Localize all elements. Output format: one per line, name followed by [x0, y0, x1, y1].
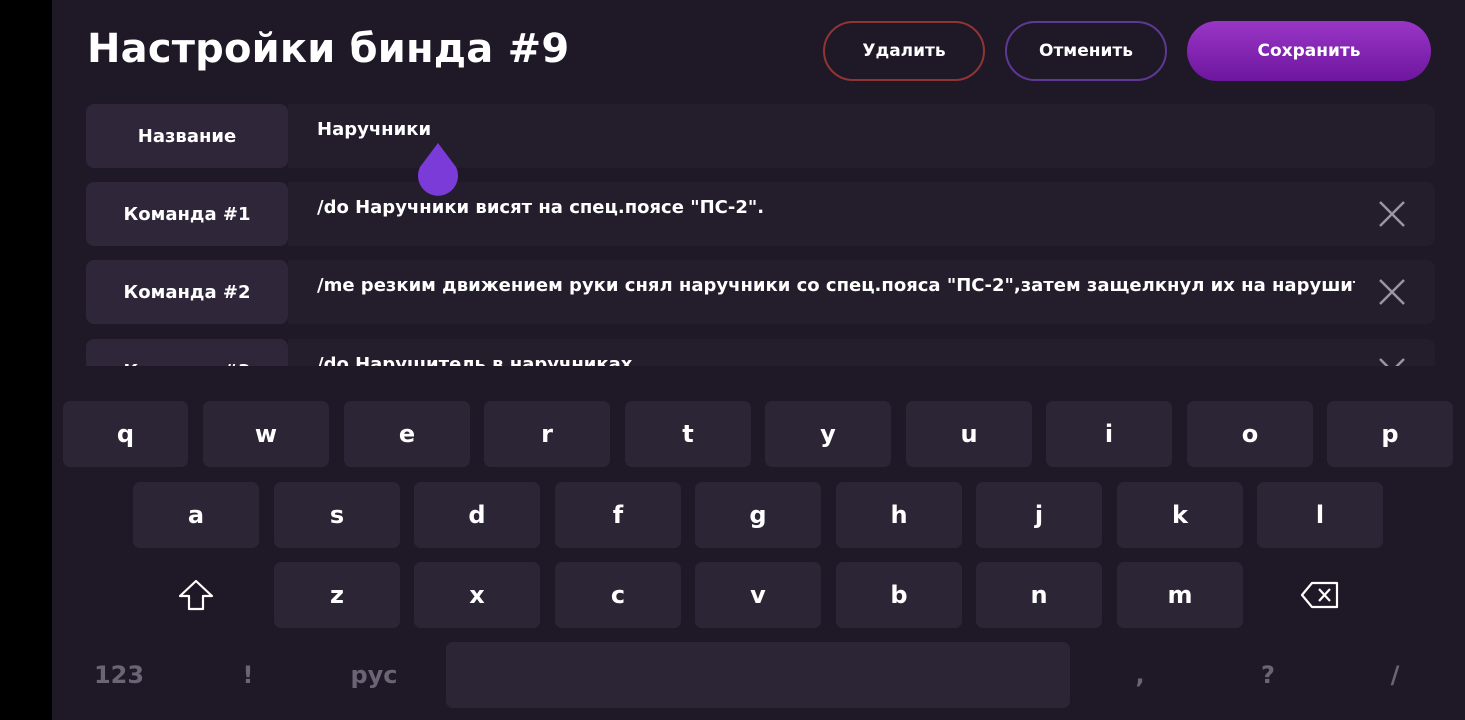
numbers-key[interactable]: 123: [63, 642, 175, 708]
key-j[interactable]: j: [976, 482, 1102, 548]
key-w[interactable]: w: [203, 401, 329, 467]
close-icon[interactable]: [1377, 356, 1407, 366]
field-row-name: Название Наручники: [86, 104, 1435, 168]
field-label: Команда #2: [86, 260, 288, 324]
key-b[interactable]: b: [836, 562, 962, 628]
key-q[interactable]: q: [63, 401, 188, 467]
field-label: Команда #3: [86, 339, 288, 366]
bind-fields-list[interactable]: Название Наручники Команда #1 /do Наручн…: [86, 104, 1435, 366]
key-g[interactable]: g: [695, 482, 821, 548]
key-e[interactable]: e: [344, 401, 470, 467]
key-k[interactable]: k: [1117, 482, 1243, 548]
language-key[interactable]: рус: [314, 642, 434, 708]
field-value: Наручники: [317, 119, 432, 140]
field-label: Команда #1: [86, 182, 288, 246]
on-screen-keyboard: q w e r t y u i o p a s d f g h j k l z …: [52, 366, 1465, 720]
command-3-input[interactable]: /do Нарушитель в наручниках.: [288, 339, 1435, 366]
field-label: Название: [86, 104, 288, 168]
exclamation-key[interactable]: !: [203, 642, 293, 708]
command-2-input[interactable]: /me резким движением руки снял наручники…: [288, 260, 1435, 324]
shift-icon: [178, 579, 214, 611]
key-u[interactable]: u: [906, 401, 1032, 467]
key-t[interactable]: t: [625, 401, 751, 467]
key-c[interactable]: c: [555, 562, 681, 628]
space-key[interactable]: [446, 642, 1070, 708]
key-a[interactable]: a: [133, 482, 259, 548]
backspace-icon: [1300, 581, 1339, 609]
key-r[interactable]: r: [484, 401, 610, 467]
key-x[interactable]: x: [414, 562, 540, 628]
delete-button[interactable]: Удалить: [823, 21, 985, 81]
field-row-command-3: Команда #3 /do Нарушитель в наручниках.: [86, 339, 1435, 366]
page-title: Настройки бинда #9: [87, 26, 570, 72]
slash-key[interactable]: /: [1357, 642, 1433, 708]
key-z[interactable]: z: [274, 562, 400, 628]
command-1-input[interactable]: /do Наручники висят на спец.поясе "ПС-2"…: [288, 182, 1435, 246]
backspace-key[interactable]: [1257, 562, 1383, 628]
key-n[interactable]: n: [976, 562, 1102, 628]
key-m[interactable]: m: [1117, 562, 1243, 628]
comma-key[interactable]: ,: [1102, 642, 1178, 708]
close-icon[interactable]: [1377, 199, 1407, 229]
name-input[interactable]: Наручники: [288, 104, 1435, 168]
key-p[interactable]: p: [1327, 401, 1453, 467]
key-v[interactable]: v: [695, 562, 821, 628]
text-cursor-handle-icon[interactable]: [416, 143, 460, 197]
key-i[interactable]: i: [1046, 401, 1172, 467]
key-l[interactable]: l: [1257, 482, 1383, 548]
field-value: /me резким движением руки снял наручники…: [317, 275, 1355, 296]
field-row-command-1: Команда #1 /do Наручники висят на спец.п…: [86, 182, 1435, 246]
field-value: /do Нарушитель в наручниках.: [317, 354, 640, 366]
key-h[interactable]: h: [836, 482, 962, 548]
key-o[interactable]: o: [1187, 401, 1313, 467]
key-f[interactable]: f: [555, 482, 681, 548]
field-row-command-2: Команда #2 /me резким движением руки сня…: [86, 260, 1435, 324]
cancel-button[interactable]: Отменить: [1005, 21, 1167, 81]
close-icon[interactable]: [1377, 277, 1407, 307]
question-key[interactable]: ?: [1230, 642, 1306, 708]
field-value: /do Наручники висят на спец.поясе "ПС-2"…: [317, 197, 765, 218]
bind-settings-screen: Настройки бинда #9 Удалить Отменить Сохр…: [52, 0, 1465, 720]
shift-key[interactable]: [133, 562, 259, 628]
key-d[interactable]: d: [414, 482, 540, 548]
key-y[interactable]: y: [765, 401, 891, 467]
key-s[interactable]: s: [274, 482, 400, 548]
save-button[interactable]: Сохранить: [1187, 21, 1431, 81]
